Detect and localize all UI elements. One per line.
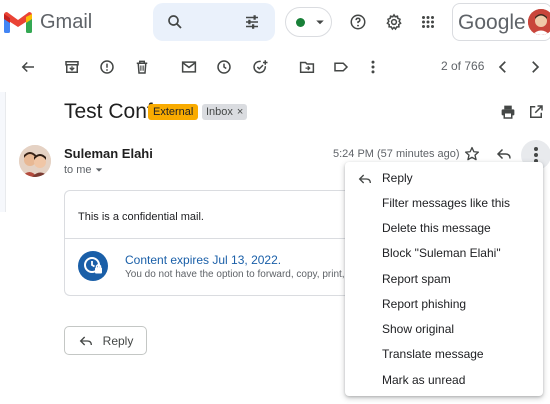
menu-item-label: Reply [382, 171, 413, 185]
remove-label-icon[interactable]: × [237, 104, 243, 120]
delete-icon[interactable] [132, 57, 152, 77]
reply-icon [358, 174, 371, 184]
pagination-count: 2 of 766 [441, 59, 485, 73]
google-wordmark: Google [458, 11, 526, 34]
menu-item-report-spam[interactable]: Report spam [345, 267, 543, 292]
email-subject: Test Conf [64, 100, 153, 123]
message-body: This is a confidential mail. [78, 211, 204, 223]
menu-item-translate-message[interactable]: Translate message [345, 342, 543, 367]
help-icon[interactable] [348, 12, 368, 32]
search-icon[interactable] [165, 12, 185, 32]
more-vert-icon[interactable] [363, 57, 383, 77]
reply-button[interactable]: Reply [64, 326, 147, 355]
move-to-icon[interactable] [297, 57, 317, 77]
search-bar[interactable] [153, 3, 275, 41]
status-selector[interactable] [285, 7, 332, 37]
settings-icon[interactable] [384, 12, 404, 32]
recipient-text: to me [64, 164, 92, 176]
chevron-right-icon[interactable] [525, 57, 545, 77]
reply-icon [79, 336, 92, 345]
reply-button-label: Reply [102, 333, 134, 348]
reply-icon[interactable] [494, 144, 514, 164]
report-spam-icon[interactable] [97, 57, 117, 77]
inbox-label-text: Inbox [206, 106, 233, 118]
message-timestamp: 5:24 PM (57 minutes ago) [333, 148, 460, 160]
menu-item-delete-message[interactable]: Delete this message [345, 216, 543, 241]
message-options-menu: Reply Filter messages like this Delete t… [345, 162, 543, 396]
account-avatar[interactable] [528, 9, 550, 35]
content-expiry-title: Content expires Jul 13, 2022. [125, 253, 282, 267]
menu-item-label: Translate message [382, 347, 484, 361]
chevron-left-icon[interactable] [493, 57, 513, 77]
star-icon[interactable] [462, 144, 482, 164]
app-name[interactable]: Gmail [40, 10, 92, 34]
gmail-logo-icon[interactable] [4, 12, 32, 33]
back-arrow-icon[interactable] [18, 57, 38, 77]
card-divider [64, 238, 354, 239]
recipient-details[interactable]: to me [64, 163, 103, 177]
add-task-icon[interactable] [250, 57, 270, 77]
inbox-label-chip[interactable]: Inbox × [202, 104, 248, 120]
sender-avatar[interactable] [19, 145, 51, 177]
menu-item-label: Report spam [382, 272, 451, 286]
google-account-switcher[interactable]: Google [452, 3, 550, 41]
menu-item-mark-unread[interactable]: Mark as unread [345, 368, 543, 393]
external-badge: External [148, 104, 199, 120]
caret-down-icon [310, 12, 330, 32]
snooze-icon[interactable] [214, 57, 234, 77]
mark-unread-icon[interactable] [179, 57, 199, 77]
sender-name[interactable]: Suleman Elahi [64, 146, 153, 162]
menu-item-label: Mark as unread [382, 373, 466, 387]
menu-item-label: Block "Suleman Elahi" [382, 246, 501, 260]
menu-item-label: Delete this message [382, 221, 491, 235]
apps-icon[interactable] [418, 12, 438, 32]
menu-item-show-original[interactable]: Show original [345, 317, 543, 342]
left-panel-edge [0, 92, 6, 212]
open-in-new-window-icon[interactable] [526, 102, 546, 122]
print-icon[interactable] [498, 102, 518, 122]
menu-item-label: Filter messages like this [382, 196, 511, 210]
status-dot [296, 18, 305, 27]
menu-item-label: Show original [382, 322, 455, 336]
menu-item-label: Report phishing [382, 297, 467, 311]
content-expiry-note: You do not have the option to forward, c… [125, 269, 345, 280]
label-icon[interactable] [331, 57, 351, 77]
archive-icon[interactable] [62, 57, 82, 77]
menu-item-block-sender[interactable]: Block "Suleman Elahi" [345, 241, 543, 266]
caret-down-icon [95, 168, 102, 172]
confidential-clock-icon [78, 251, 108, 281]
menu-item-filter-messages[interactable]: Filter messages like this [345, 191, 543, 216]
menu-item-report-phishing[interactable]: Report phishing [345, 292, 543, 317]
filter-sliders-icon[interactable] [242, 12, 262, 32]
menu-item-reply[interactable]: Reply [345, 166, 543, 191]
